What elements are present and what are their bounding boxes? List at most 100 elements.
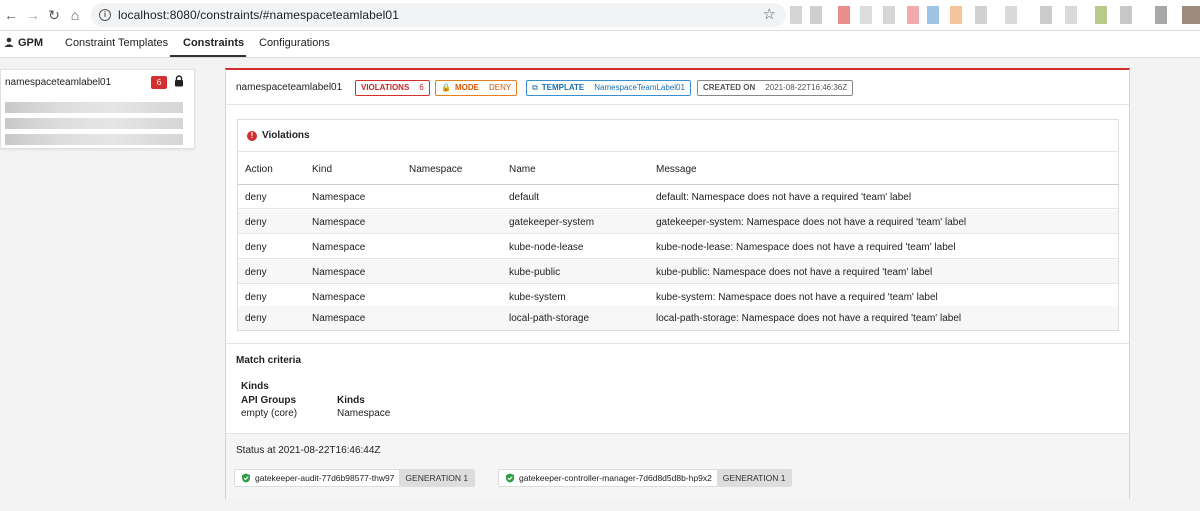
section-divider [226, 433, 1129, 434]
table-row: deny Namespace kube-public kube-public: … [238, 260, 1118, 284]
extension-icon[interactable] [927, 6, 939, 24]
status-title: Status at 2021-08-22T16:46:44Z [236, 445, 381, 456]
bookmark-star-icon[interactable]: ☆ [763, 5, 776, 23]
extension-icon[interactable] [810, 6, 822, 24]
column-header-namespace: Namespace [409, 164, 463, 175]
template-chip-label: TEMPLATE [541, 83, 585, 92]
browser-extensions [790, 6, 1200, 24]
constraint-detail-panel: namespaceteamlabel01 VIOLATIONS 6 🔒 MODE DE… [225, 68, 1130, 499]
cell-message: gatekeeper-system: Namespace does not ha… [656, 217, 967, 228]
constraint-header: namespaceteamlabel01 VIOLATIONS 6 🔒 MODE DE… [226, 70, 1129, 105]
pod-status-chip: gatekeeper-controller-manager-7d6d8d5d8b… [498, 469, 793, 487]
profile-avatar[interactable] [1182, 6, 1200, 24]
extension-icon[interactable] [883, 6, 895, 24]
cell-action: deny [245, 292, 267, 303]
lock-icon: 🔒 [441, 83, 451, 92]
cell-name: kube-node-lease [509, 242, 584, 253]
cell-message: kube-node-lease: Namespace does not have… [656, 242, 956, 253]
match-kinds-heading: Kinds [241, 381, 269, 392]
nav-constraints[interactable]: Constraints [183, 37, 244, 49]
kinds-label: Kinds [337, 395, 365, 406]
status-section: Status at 2021-08-22T16:46:44Z gatekeepe… [226, 433, 1129, 499]
cell-kind: Namespace [312, 292, 366, 303]
cell-message: kube-public: Namespace does not have a r… [656, 267, 933, 278]
alert-icon: ! [247, 131, 257, 141]
extension-icon[interactable] [838, 6, 850, 24]
cell-kind: Namespace [312, 267, 366, 278]
pod-status-chip: gatekeeper-audit-77d6b98577-thw97 GENERA… [234, 469, 476, 487]
table-row: deny Namespace local-path-storage local-… [238, 306, 1118, 330]
violations-chip-label: VIOLATIONS [361, 83, 410, 92]
mode-chip-value: DENY [488, 83, 512, 92]
cell-action: deny [245, 313, 267, 324]
table-row: deny Namespace default default: Namespac… [238, 185, 1118, 209]
cell-action: deny [245, 242, 267, 253]
address-bar[interactable]: i localhost:8080/constraints/#namespacet… [91, 3, 786, 27]
sidebar-item-label[interactable]: namespaceteamlabel01 [5, 77, 111, 88]
extension-icon[interactable] [1005, 6, 1017, 24]
pod-generation: GENERATION 1 [399, 470, 475, 486]
violation-count-badge: 6 [151, 76, 167, 89]
home-icon[interactable]: ⌂ [66, 6, 84, 24]
mode-chip: 🔒 MODE DENY [435, 80, 518, 96]
pod-name: gatekeeper-audit-77d6b98577-thw97 [255, 473, 395, 483]
cell-message: default: Namespace does not have a requi… [656, 192, 912, 203]
cell-message: local-path-storage: Namespace does not h… [656, 313, 962, 324]
active-tab-indicator [170, 55, 246, 57]
cell-action: deny [245, 267, 267, 278]
extension-icon[interactable] [790, 6, 802, 24]
extension-icon[interactable] [1120, 6, 1132, 24]
nav-constraint-templates[interactable]: Constraint Templates [65, 37, 168, 49]
column-header-kind: Kind [312, 164, 333, 175]
redacted-item[interactable] [5, 134, 183, 145]
extension-icon[interactable] [950, 6, 962, 24]
shield-check-icon [242, 473, 250, 483]
created-on-label: CREATED ON [703, 83, 756, 92]
nav-configurations[interactable]: Configurations [259, 37, 330, 49]
created-on-chip: CREATED ON 2021-08-22T16:46:36Z [697, 80, 854, 96]
violations-title: Violations [262, 130, 310, 141]
cell-name: kube-public [509, 267, 561, 278]
brand[interactable]: GPM [4, 37, 43, 49]
match-criteria-title: Match criteria [236, 355, 302, 366]
cell-kind: Namespace [312, 192, 366, 203]
pod-generation: GENERATION 1 [716, 470, 792, 486]
browser-toolbar: ← → ↻ ⌂ i localhost:8080/constraints/#na… [0, 0, 1200, 31]
mode-chip-label: MODE [454, 83, 479, 92]
site-info-icon[interactable]: i [99, 9, 111, 21]
pod-name: gatekeeper-controller-manager-7d6d8d5d8b… [519, 473, 712, 483]
constraint-list: namespaceteamlabel01 6 [0, 69, 195, 149]
cell-name: gatekeeper-system [509, 217, 595, 228]
reload-icon[interactable]: ↻ [45, 6, 63, 24]
column-header-action: Action [245, 164, 273, 175]
violations-card: ! Violations Action Kind Namespace Name … [237, 119, 1119, 331]
extension-icon[interactable] [907, 6, 919, 24]
extension-icon[interactable] [860, 6, 872, 24]
cell-kind: Namespace [312, 313, 366, 324]
api-groups-label: API Groups [241, 395, 297, 406]
cell-name: kube-system [509, 292, 566, 303]
redacted-item[interactable] [5, 102, 183, 113]
cell-name: default [509, 192, 540, 203]
table-row: deny Namespace kube-node-lease kube-node… [238, 235, 1118, 259]
cell-action: deny [245, 217, 267, 228]
section-divider [226, 343, 1129, 344]
extension-icon[interactable] [1095, 6, 1107, 24]
redacted-item[interactable] [5, 118, 183, 129]
extension-icon[interactable] [975, 6, 987, 24]
template-chip[interactable]: ⧉ TEMPLATE NamespaceTeamLabel01 [526, 80, 691, 96]
extension-icon[interactable] [1040, 6, 1052, 24]
user-icon [4, 37, 14, 47]
extension-icon[interactable] [1155, 6, 1167, 24]
column-header-name: Name [509, 164, 536, 175]
template-chip-value[interactable]: NamespaceTeamLabel01 [594, 83, 685, 92]
violations-chip-count: 6 [419, 83, 424, 92]
extension-icon[interactable] [1065, 6, 1077, 24]
shield-check-icon [506, 473, 514, 483]
url-text[interactable]: localhost:8080/constraints/#namespacetea… [118, 8, 399, 22]
kinds-value: Namespace [337, 408, 391, 419]
cell-name: local-path-storage [509, 313, 590, 324]
forward-icon[interactable]: → [24, 6, 42, 24]
back-icon[interactable]: ← [2, 6, 20, 24]
external-link-icon: ⧉ [532, 83, 538, 92]
